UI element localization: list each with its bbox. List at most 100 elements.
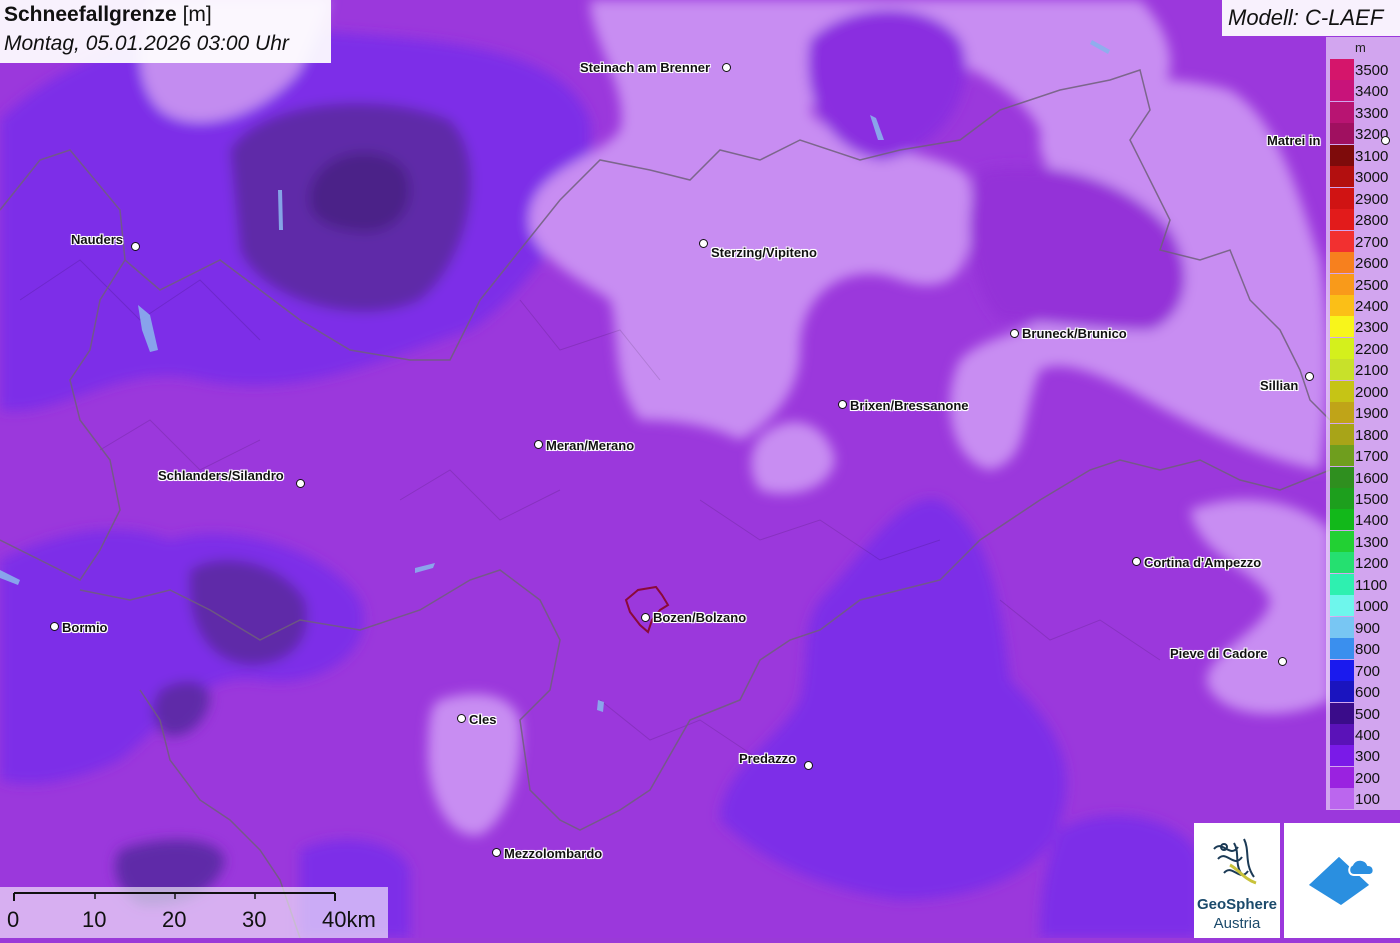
city-marker[interactable] <box>1010 329 1019 338</box>
legend-swatch <box>1330 509 1354 531</box>
city-label[interactable]: Meran/Merano <box>546 438 634 453</box>
legend-label: 2000 <box>1355 383 1389 401</box>
legend-label: 500 <box>1355 705 1381 723</box>
legend-label: 3400 <box>1355 83 1389 101</box>
legend-swatch <box>1330 552 1354 574</box>
city-label[interactable]: Bruneck/Brunico <box>1022 326 1127 341</box>
city-marker[interactable] <box>699 239 708 248</box>
legend-swatch <box>1330 466 1354 488</box>
legend-swatch <box>1330 59 1354 80</box>
legend-item: 2200 <box>1330 337 1400 359</box>
legend-item: 1300 <box>1330 530 1400 552</box>
legend-label: 1300 <box>1355 533 1389 551</box>
city-marker[interactable] <box>534 440 543 449</box>
legend-swatch <box>1330 380 1354 402</box>
city-marker[interactable] <box>1305 372 1314 381</box>
legend-item: 2300 <box>1330 316 1400 338</box>
legend-label: 2800 <box>1355 212 1389 230</box>
city-marker[interactable] <box>641 613 650 622</box>
legend-item: 2400 <box>1330 294 1400 316</box>
legend-item: 3100 <box>1330 144 1400 166</box>
legend-label: 1900 <box>1355 405 1389 423</box>
legend-label: 3300 <box>1355 104 1389 122</box>
map-datetime: Montag, 05.01.2026 03:00 Uhr <box>4 32 289 55</box>
city-marker[interactable] <box>50 622 59 631</box>
city-label[interactable]: Sillian <box>1260 378 1298 393</box>
city-label[interactable]: Bormio <box>62 620 108 635</box>
legend-item: 2500 <box>1330 273 1400 295</box>
legend-item: 1900 <box>1330 402 1400 424</box>
partner-logo[interactable] <box>1284 823 1400 938</box>
legend-swatch <box>1330 745 1354 767</box>
city-label[interactable]: Mezzolombardo <box>504 846 602 861</box>
city-marker[interactable] <box>1132 557 1141 566</box>
city-label[interactable]: Steinach am Brenner <box>580 60 710 75</box>
city-marker[interactable] <box>492 848 501 857</box>
scale-label-0: 0 <box>7 907 20 932</box>
city-label[interactable]: Schlanders/Silandro <box>158 468 284 483</box>
legend-swatch <box>1330 80 1354 102</box>
city-marker[interactable] <box>131 242 140 251</box>
city-marker[interactable] <box>1381 136 1390 145</box>
legend-label: 1200 <box>1355 555 1389 573</box>
legend-item: 3000 <box>1330 166 1400 188</box>
legend-item: 300 <box>1330 745 1400 767</box>
title-panel: Schneefallgrenze [m] Montag, 05.01.2026 … <box>0 0 331 63</box>
legend-swatch <box>1330 252 1354 274</box>
city-label[interactable]: Sterzing/Vipiteno <box>711 245 817 260</box>
legend-item: 800 <box>1330 638 1400 660</box>
legend-item: 1400 <box>1330 509 1400 531</box>
legend-label: 2100 <box>1355 362 1389 380</box>
legend-item: 3400 <box>1330 80 1400 102</box>
city-label[interactable]: Brixen/Bressanone <box>850 398 969 413</box>
legend-label: 3000 <box>1355 169 1389 187</box>
city-label[interactable]: Predazzo <box>739 751 796 766</box>
legend-swatch <box>1330 423 1354 445</box>
legend-swatch <box>1330 294 1354 316</box>
legend-label: 2500 <box>1355 276 1389 294</box>
legend-swatch <box>1330 766 1354 788</box>
partner-arrow-icon <box>1309 857 1375 905</box>
legend-swatch <box>1330 273 1354 295</box>
city-marker[interactable] <box>1278 657 1287 666</box>
legend-swatch <box>1330 573 1354 595</box>
legend-label: 300 <box>1355 748 1381 766</box>
city-label[interactable]: Bozen/Bolzano <box>653 610 746 625</box>
legend-label: 800 <box>1355 641 1381 659</box>
legend-item: 1500 <box>1330 488 1400 509</box>
legend-item: 900 <box>1330 616 1400 638</box>
legend-item: 1100 <box>1330 573 1400 595</box>
city-marker[interactable] <box>838 400 847 409</box>
legend-item: 1700 <box>1330 445 1400 467</box>
legend-swatch <box>1330 402 1354 424</box>
legend-item: 1200 <box>1330 552 1400 574</box>
legend-item: 400 <box>1330 723 1400 745</box>
city-label[interactable]: Matrei in <box>1267 133 1320 148</box>
model-label: Modell: C-LAEF <box>1228 5 1384 30</box>
city-marker[interactable] <box>457 714 466 723</box>
city-label[interactable]: Pieve di Cadore <box>1170 646 1268 661</box>
city-marker[interactable] <box>722 63 731 72</box>
legend-swatch <box>1330 488 1354 509</box>
geosphere-logo[interactable]: GeoSphere Austria <box>1194 823 1280 938</box>
geosphere-name: GeoSphere <box>1196 896 1278 913</box>
city-marker[interactable] <box>804 761 813 770</box>
scale-label-30: 30 <box>242 907 267 932</box>
legend-item: 100 <box>1330 788 1400 810</box>
city-marker[interactable] <box>296 479 305 488</box>
city-label[interactable]: Cles <box>469 712 496 727</box>
city-label[interactable]: Cortina d'Ampezzo <box>1144 555 1261 570</box>
legend-label: 3500 <box>1355 62 1389 79</box>
map-title: Schneefallgrenze [m] <box>4 3 212 27</box>
legend-swatch <box>1330 209 1354 231</box>
legend-label: 2900 <box>1355 190 1389 208</box>
legend-label: 2200 <box>1355 340 1389 358</box>
city-label[interactable]: Nauders <box>71 232 123 247</box>
legend-swatch <box>1330 595 1354 617</box>
legend-label: 1400 <box>1355 512 1389 530</box>
geosphere-country: Austria <box>1213 915 1261 932</box>
legend-swatch <box>1330 230 1354 252</box>
legend-swatch <box>1330 144 1354 166</box>
legend-label: 2600 <box>1355 255 1389 273</box>
legend-item: 2700 <box>1330 230 1400 252</box>
